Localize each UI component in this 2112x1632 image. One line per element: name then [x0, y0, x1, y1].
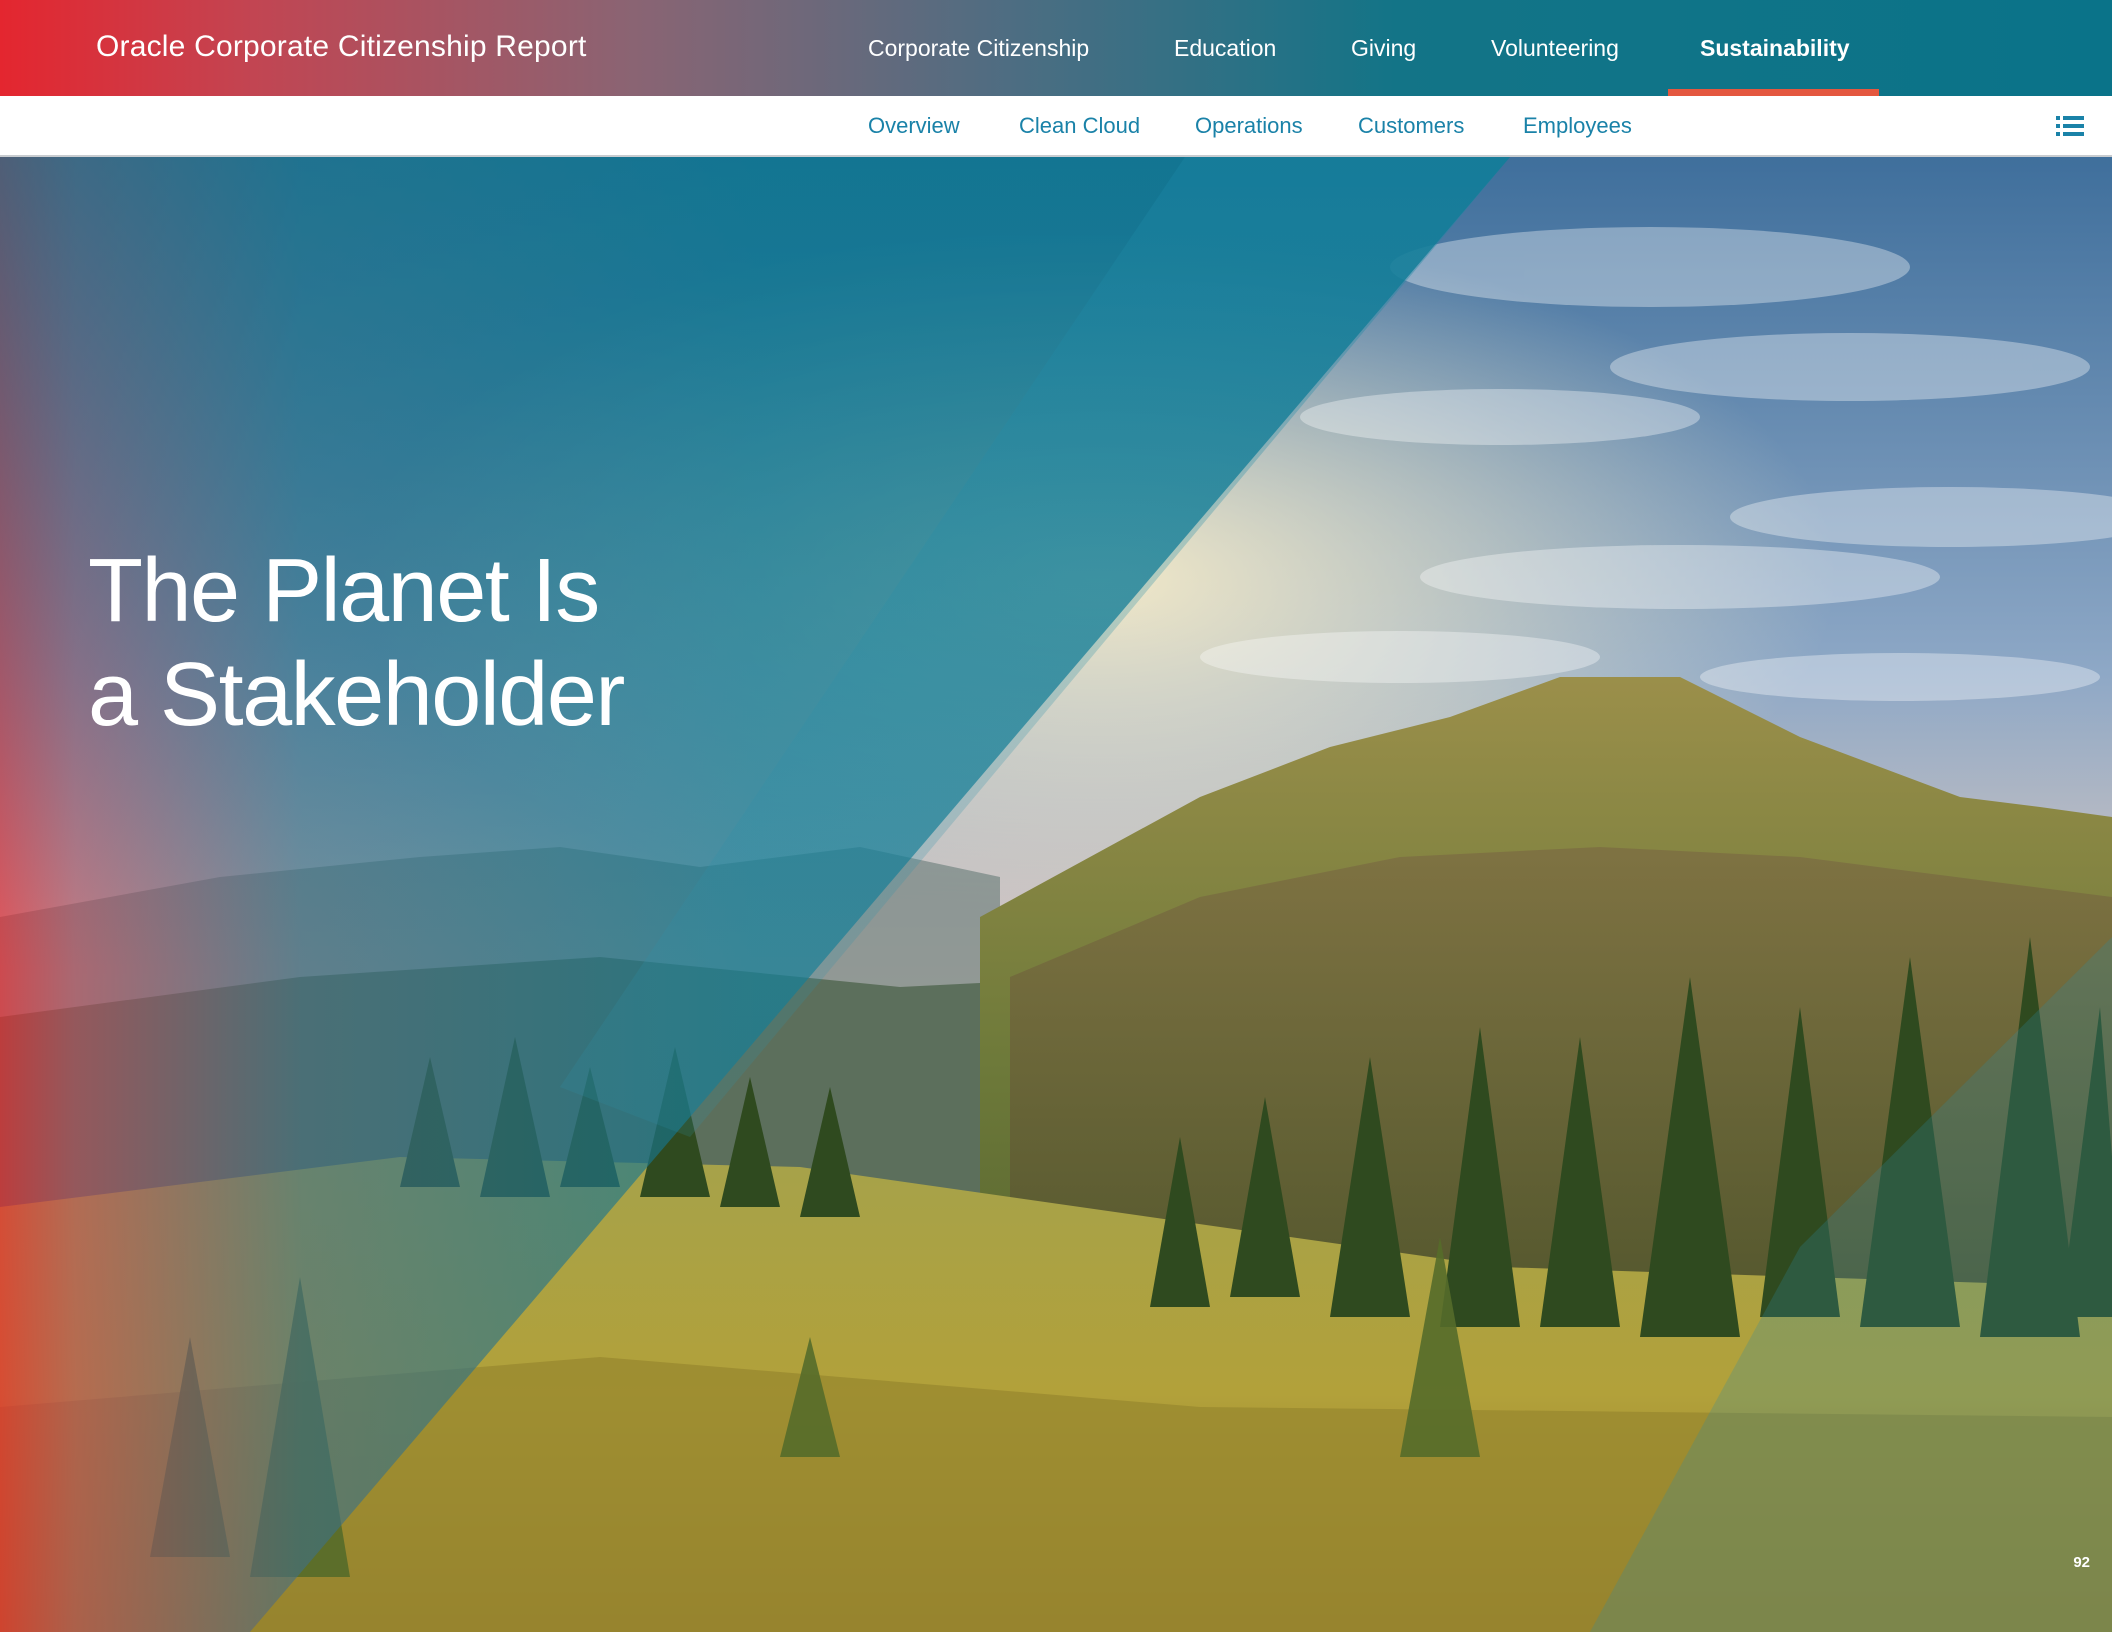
nav-item-corporate-citizenship[interactable]: Corporate Citizenship [868, 0, 1089, 96]
list-menu-icon[interactable] [2056, 115, 2084, 137]
nav-item-sustainability[interactable]: Sustainability [1700, 0, 1850, 96]
top-nav-bar: Oracle Corporate Citizenship Report Corp… [0, 0, 2112, 96]
mountain-forest-landscape-image [0, 157, 2112, 1632]
subnav-item-employees[interactable]: Employees [1523, 96, 1632, 155]
nav-item-volunteering[interactable]: Volunteering [1491, 0, 1619, 96]
page-number: 92 [2073, 1554, 2090, 1571]
subnav-item-customers[interactable]: Customers [1358, 96, 1464, 155]
report-title[interactable]: Oracle Corporate Citizenship Report [96, 0, 587, 96]
subnav-item-overview[interactable]: Overview [868, 96, 960, 155]
nav-item-giving[interactable]: Giving [1351, 0, 1416, 96]
headline-line-2: a Stakeholder [88, 645, 625, 745]
hero-banner: The Planet Is a Stakeholder [0, 157, 2112, 1632]
headline-line-1: The Planet Is [88, 541, 600, 641]
active-tab-indicator [1668, 89, 1879, 96]
sub-nav-bar: Overview Clean Cloud Operations Customer… [0, 96, 2112, 157]
subnav-item-operations[interactable]: Operations [1195, 96, 1303, 155]
nav-item-education[interactable]: Education [1174, 0, 1276, 96]
subnav-item-clean-cloud[interactable]: Clean Cloud [1019, 96, 1140, 155]
hero-headline: The Planet Is a Stakeholder [88, 539, 625, 747]
